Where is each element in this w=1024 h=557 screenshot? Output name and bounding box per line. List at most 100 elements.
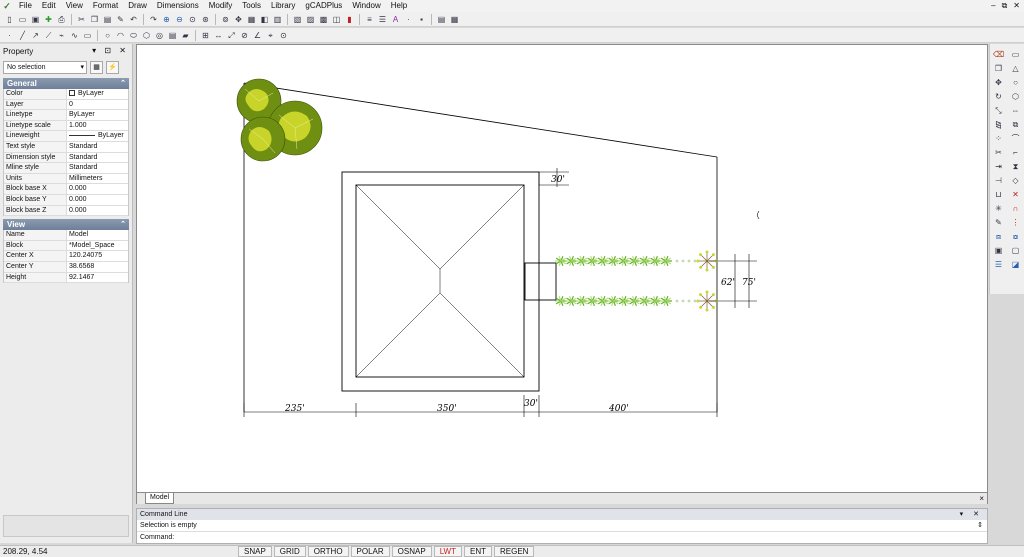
paste-icon[interactable]: ▤ xyxy=(102,14,113,25)
edit-polyline-icon[interactable]: ✎ xyxy=(990,215,1007,229)
zoom-extents-icon[interactable]: ⊚ xyxy=(220,14,231,25)
status-lwt-button[interactable]: LWT xyxy=(433,546,462,557)
command-line-controls[interactable]: ▾ ✕ xyxy=(960,509,983,520)
property-row[interactable]: Units Millimeters xyxy=(4,173,128,185)
property-value[interactable]: ByLayer xyxy=(67,89,128,99)
ungroup-icon[interactable]: ▢ xyxy=(1007,243,1024,257)
trim-icon[interactable]: ✂ xyxy=(990,145,1007,159)
property-value[interactable]: Model xyxy=(67,230,128,240)
snap-settings-icon[interactable]: ⌖ xyxy=(265,30,276,41)
stretch-icon[interactable]: ⇔ xyxy=(1007,103,1024,117)
property-row[interactable]: Block base X 0.000 xyxy=(4,184,128,195)
extend-icon[interactable]: ⇥ xyxy=(990,159,1007,173)
property-value[interactable]: 0.000 xyxy=(67,184,128,194)
property-row[interactable]: Text style Standard xyxy=(4,141,128,153)
tangent-icon[interactable]: ⊙ xyxy=(278,30,289,41)
property-row[interactable]: Lineweight ByLayer xyxy=(4,131,128,142)
copy-icon[interactable]: ❐ xyxy=(990,61,1007,75)
ellipse-icon[interactable]: ⬭ xyxy=(128,30,139,41)
text-icon[interactable]: A xyxy=(390,14,401,25)
property-value[interactable]: ByLayer xyxy=(67,131,128,141)
menu-modify[interactable]: Modify xyxy=(204,0,238,12)
property-row[interactable]: Center X 120.24075 xyxy=(4,251,128,262)
property-row[interactable]: Color ByLayer xyxy=(4,89,128,100)
spline-icon[interactable]: ∿ xyxy=(69,30,80,41)
library-icon[interactable]: ▧ xyxy=(292,14,303,25)
quick-select-icon[interactable]: ⚡ xyxy=(106,60,119,74)
menu-file[interactable]: File xyxy=(14,0,37,12)
dimension-linear-icon[interactable]: ↔ xyxy=(213,30,224,41)
fillet-icon[interactable]: ⌒ xyxy=(1007,131,1024,145)
hatch-icon[interactable]: ▤ xyxy=(436,14,447,25)
menu-tools[interactable]: Tools xyxy=(237,0,266,12)
group-icon[interactable]: ▣ xyxy=(990,243,1007,257)
redo-icon[interactable]: ↷ xyxy=(148,14,159,25)
status-grid-button[interactable]: GRID xyxy=(273,546,306,557)
lineweight-icon[interactable]: ☰ xyxy=(377,14,388,25)
triangle-icon[interactable]: △ xyxy=(1007,61,1024,75)
hatch-icon[interactable]: ▤ xyxy=(167,30,178,41)
rectangle-icon[interactable]: ▭ xyxy=(1007,47,1024,61)
point-icon[interactable]: · xyxy=(4,30,15,41)
property-value[interactable]: 0.000 xyxy=(67,206,128,216)
layer-manager-icon[interactable]: ▨ xyxy=(305,14,316,25)
collapse-icon[interactable]: ⌃ xyxy=(120,219,126,230)
arc-icon[interactable]: ◠ xyxy=(115,30,126,41)
donut-icon[interactable]: ◎ xyxy=(154,30,165,41)
save-icon[interactable]: ▣ xyxy=(30,14,41,25)
menu-library[interactable]: Library xyxy=(266,0,300,12)
property-value[interactable]: 92.1467 xyxy=(67,273,128,283)
color-icon[interactable]: ▮ xyxy=(344,14,355,25)
status-osnap-button[interactable]: OSNAP xyxy=(391,546,432,557)
command-input[interactable]: Command: xyxy=(137,532,987,543)
ray-icon[interactable]: ↗ xyxy=(30,30,41,41)
image-icon[interactable]: ▪ xyxy=(416,14,427,25)
new-icon[interactable]: ▯ xyxy=(4,14,15,25)
properties-icon[interactable]: ▦ xyxy=(246,14,257,25)
property-row[interactable]: Linetype ByLayer xyxy=(4,110,128,121)
restore-icon[interactable]: ⧉ xyxy=(1002,0,1008,12)
tab-close-icon[interactable]: × xyxy=(979,493,984,504)
tab-model[interactable]: Model xyxy=(145,493,175,504)
zoom-all-icon[interactable]: ⊛ xyxy=(200,14,211,25)
linetype-icon[interactable]: ≡ xyxy=(364,14,375,25)
property-value[interactable]: Millimeters xyxy=(67,174,128,184)
block-icon[interactable]: ▥ xyxy=(272,14,283,25)
circle-icon[interactable]: ○ xyxy=(1007,75,1024,89)
status-ent-button[interactable]: ENT xyxy=(463,546,492,557)
layer-icon[interactable]: ◪ xyxy=(1007,257,1024,271)
text-style-icon[interactable]: ▩ xyxy=(318,14,329,25)
menu-help[interactable]: Help xyxy=(386,0,412,12)
menu-edit[interactable]: Edit xyxy=(37,0,61,12)
menu-window[interactable]: Window xyxy=(347,0,385,12)
cad-drawing[interactable]: 30' 235' 350' 30' 400' 62' 75' xyxy=(137,45,987,492)
construction-line-icon[interactable]: ⟋ xyxy=(43,30,54,41)
block-insert-icon[interactable]: ⊞ xyxy=(200,30,211,41)
drawing-canvas[interactable]: 30' 235' 350' 30' 400' 62' 75' xyxy=(136,44,988,493)
property-value[interactable]: Standard xyxy=(67,153,128,163)
property-row[interactable]: Layer 0 xyxy=(4,99,128,111)
dimension-aligned-icon[interactable]: ⤢ xyxy=(226,30,237,41)
table-icon[interactable]: ▦ xyxy=(449,14,460,25)
property-row[interactable]: Name Model xyxy=(4,230,128,241)
layers-icon[interactable]: ◧ xyxy=(259,14,270,25)
property-panel-controls[interactable]: ▾ ⊡ ✕ xyxy=(92,44,129,58)
status-snap-button[interactable]: SNAP xyxy=(238,546,272,557)
property-row[interactable]: Block base Z 0.000 xyxy=(4,205,128,217)
property-value[interactable]: 0.000 xyxy=(67,195,128,205)
add-icon[interactable]: ✚ xyxy=(43,14,54,25)
match-icon[interactable]: ✎ xyxy=(115,14,126,25)
menu-draw[interactable]: Draw xyxy=(123,0,152,12)
join-icon[interactable]: ⊔ xyxy=(990,187,1007,201)
menu-dimensions[interactable]: Dimensions xyxy=(152,0,204,12)
status-ortho-button[interactable]: ORTHO xyxy=(307,546,349,557)
send-back-icon[interactable]: ⧇ xyxy=(1007,229,1024,243)
view-section-header[interactable]: View ⌃ xyxy=(3,219,129,231)
rectangle-icon[interactable]: ▭ xyxy=(82,30,93,41)
property-row[interactable]: Dimension style Standard xyxy=(4,152,128,164)
property-row[interactable]: Linetype scale 1.000 xyxy=(4,120,128,132)
diamond-icon[interactable]: ◇ xyxy=(1007,173,1024,187)
property-row[interactable]: Mline style Standard xyxy=(4,163,128,174)
menu-gcadplus[interactable]: gCADPlus xyxy=(300,0,347,12)
zoom-out-icon[interactable]: ⊖ xyxy=(174,14,185,25)
